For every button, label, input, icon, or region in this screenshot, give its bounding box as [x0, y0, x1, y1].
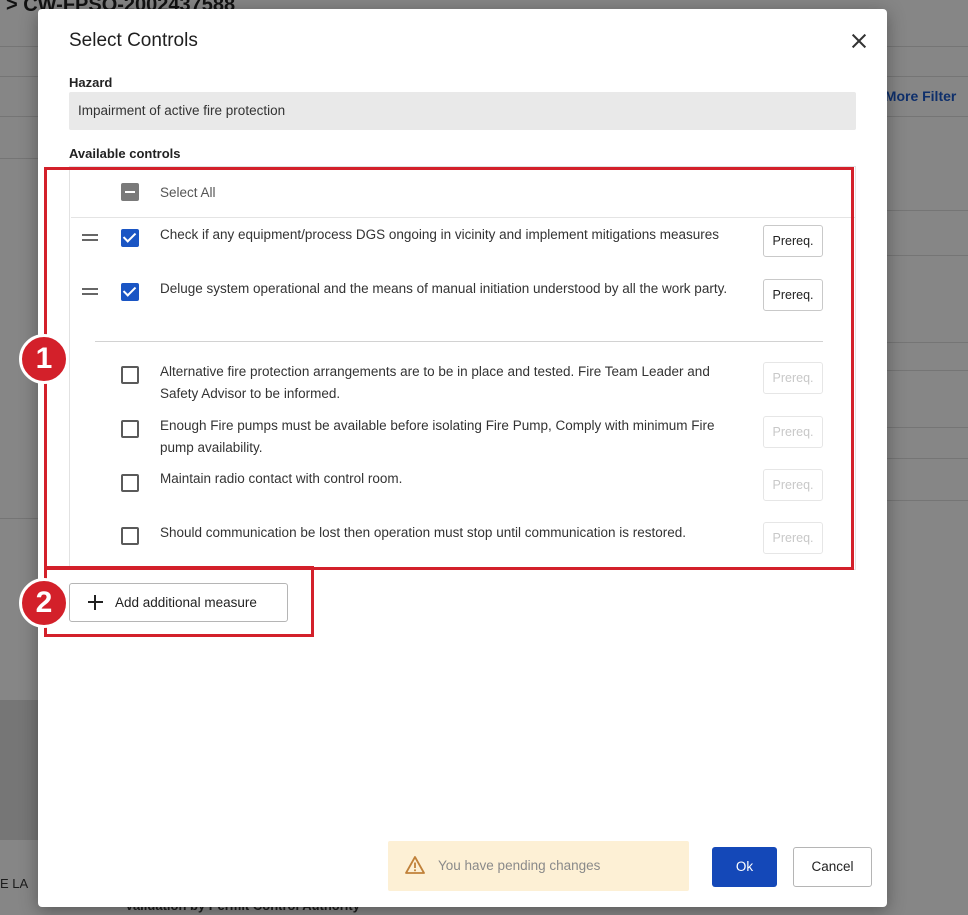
hazard-label: Hazard	[69, 75, 113, 90]
pending-changes-text: You have pending changes	[438, 858, 601, 873]
annotation-badge-1: 1	[19, 334, 69, 384]
hazard-field: Impairment of active fire protection	[69, 92, 856, 130]
dialog-title: Select Controls	[69, 30, 198, 51]
ok-button[interactable]: Ok	[712, 847, 777, 887]
cancel-button[interactable]: Cancel	[793, 847, 872, 887]
warning-icon	[405, 856, 425, 874]
close-icon[interactable]	[849, 31, 869, 51]
available-controls-label: Available controls	[69, 146, 181, 161]
annotation-box-add-measure	[44, 566, 314, 637]
annotation-box-controls	[44, 167, 854, 570]
pending-changes-banner: You have pending changes	[388, 841, 689, 891]
annotation-badge-2: 2	[19, 578, 69, 628]
